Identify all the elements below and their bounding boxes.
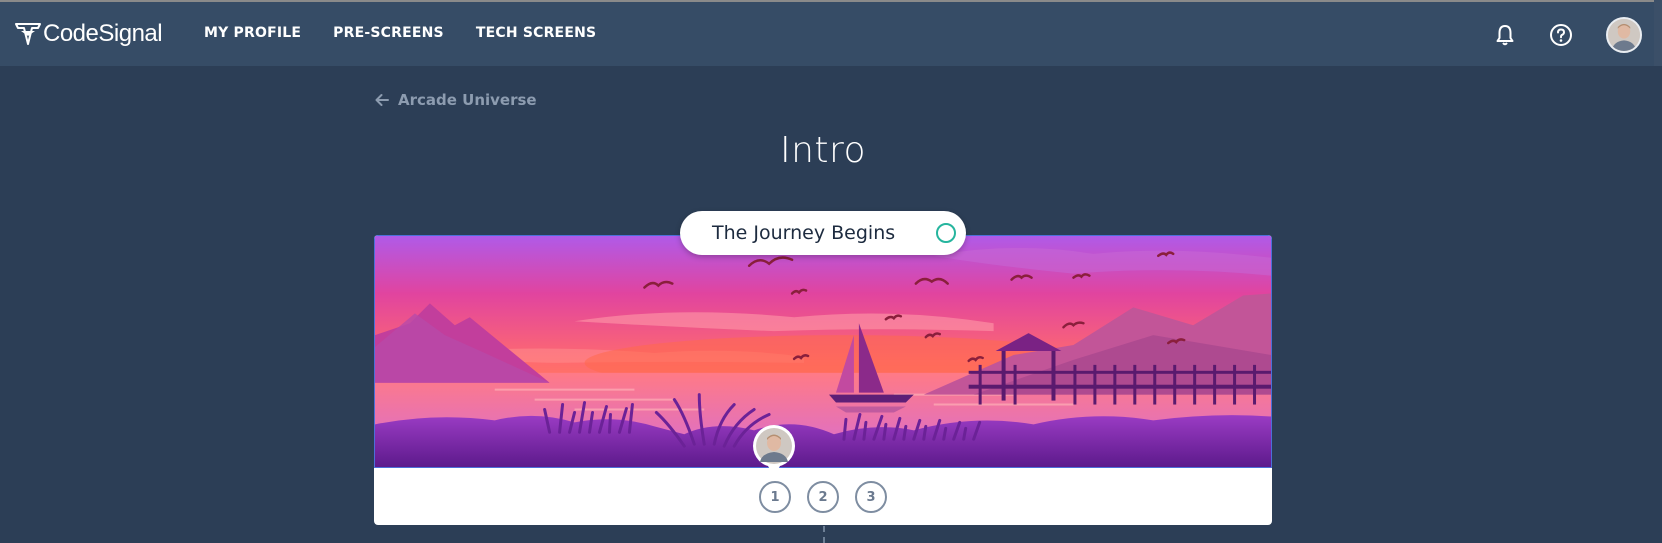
bell-icon bbox=[1496, 25, 1514, 46]
nav-pre-screens[interactable]: PRE-SCREENS bbox=[333, 25, 444, 41]
avatar-photo bbox=[1608, 19, 1640, 51]
sunset-lake-illustration bbox=[374, 235, 1272, 468]
path-connector-line bbox=[823, 526, 825, 543]
progress-marker bbox=[752, 424, 796, 478]
codesignal-logo[interactable]: CodeSignal bbox=[15, 20, 163, 48]
help-button[interactable] bbox=[1548, 22, 1574, 48]
status-circle-icon bbox=[936, 223, 956, 243]
back-link[interactable]: Arcade Universe bbox=[374, 91, 537, 109]
main-nav: MY PROFILE PRE-SCREENS TECH SCREENS bbox=[204, 25, 628, 41]
chapter-title: The Journey Begins bbox=[712, 222, 896, 244]
top-nav-bar: CodeSignal MY PROFILE PRE-SCREENS TECH S… bbox=[0, 0, 1662, 66]
step-1[interactable]: 1 bbox=[759, 481, 791, 513]
arrow-left-icon bbox=[375, 94, 389, 106]
level-steps: 1 2 3 bbox=[0, 481, 1646, 513]
user-avatar[interactable] bbox=[1606, 17, 1642, 53]
scrollbar-track[interactable] bbox=[1654, 66, 1662, 543]
scrollbar-thumb[interactable] bbox=[1654, 0, 1662, 66]
chapter-title-chip[interactable]: The Journey Begins bbox=[680, 211, 966, 255]
nav-tech-screens[interactable]: TECH SCREENS bbox=[476, 25, 596, 41]
app-name: CodeSignal bbox=[43, 20, 163, 47]
step-3[interactable]: 3 bbox=[855, 481, 887, 513]
step-2[interactable]: 2 bbox=[807, 481, 839, 513]
codesignal-logo-icon bbox=[15, 23, 41, 45]
page-title: Intro bbox=[779, 130, 867, 171]
help-icon bbox=[1550, 24, 1572, 46]
nav-my-profile[interactable]: MY PROFILE bbox=[204, 25, 301, 41]
avatar-pin-icon bbox=[753, 425, 795, 476]
back-link-label: Arcade Universe bbox=[398, 91, 537, 109]
notifications-button[interactable] bbox=[1492, 22, 1518, 48]
